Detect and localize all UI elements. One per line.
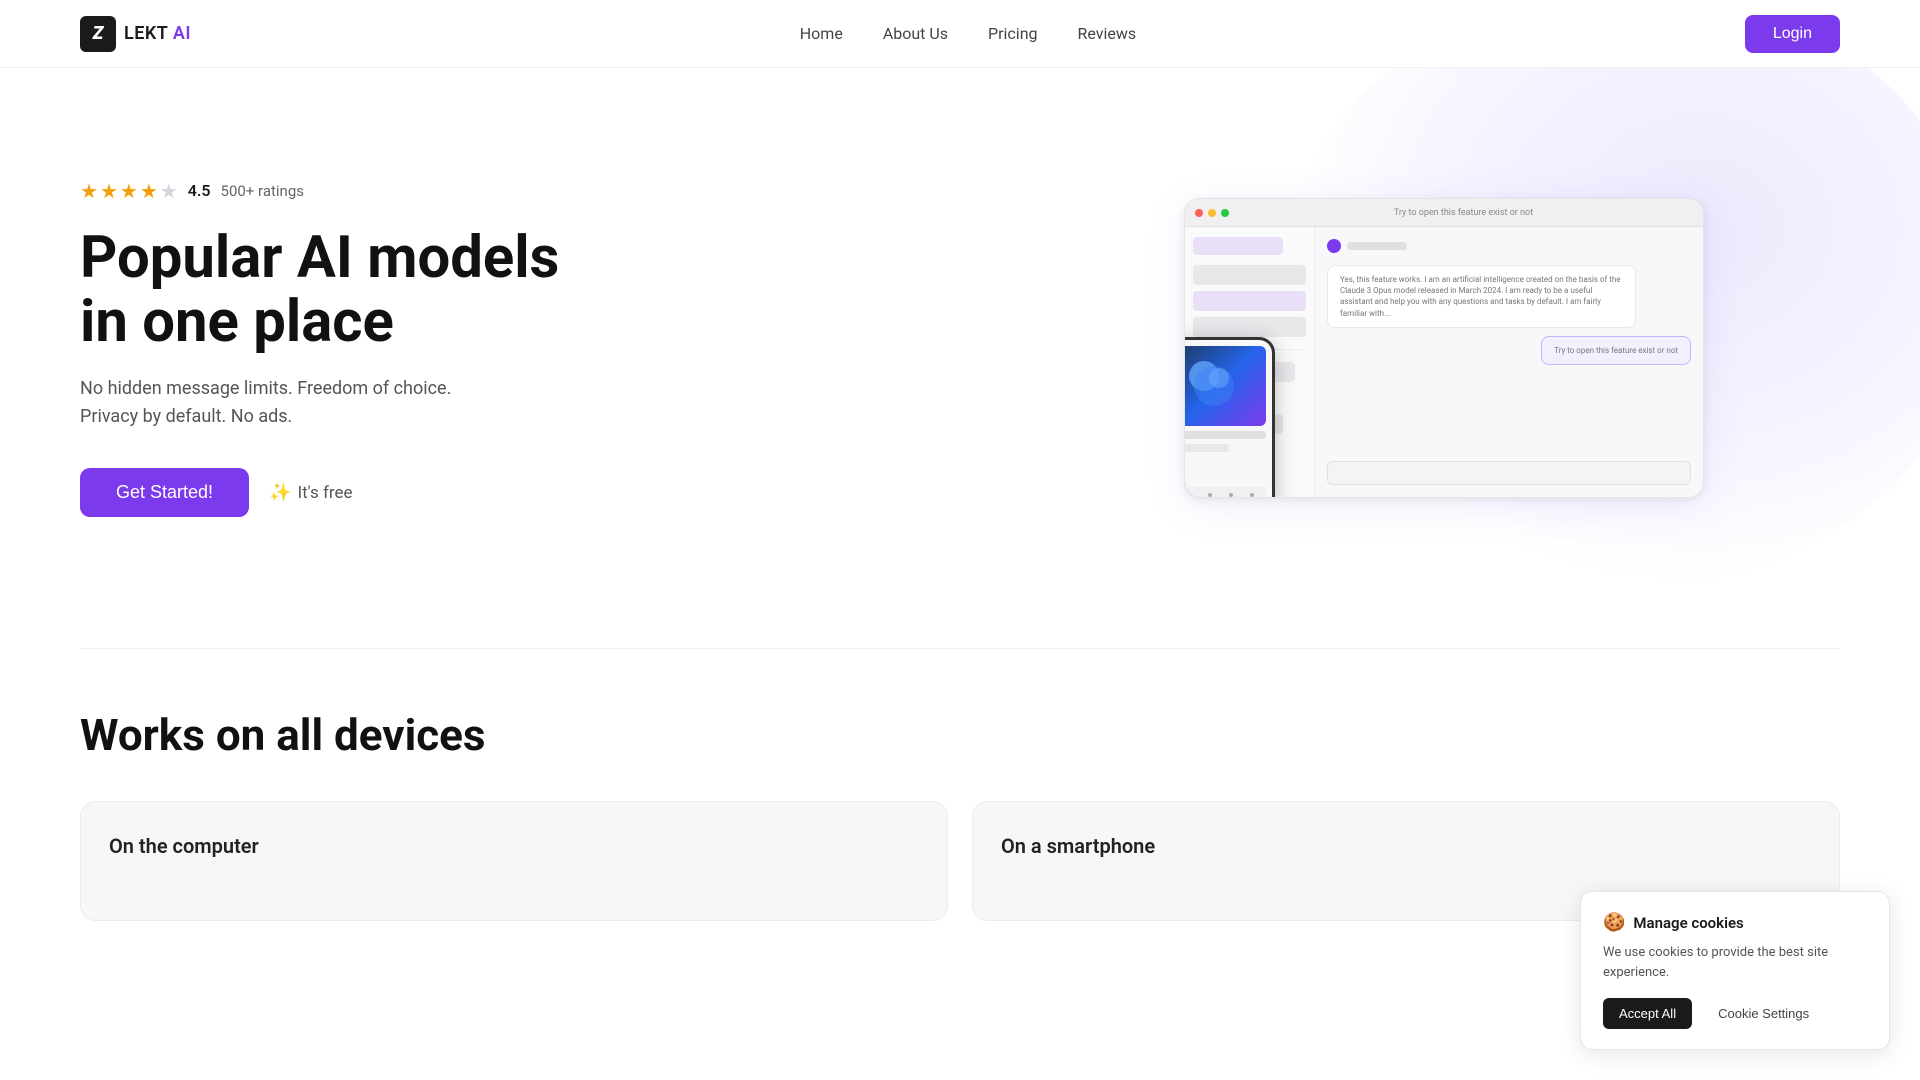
rating-row: ★ ★ ★ ★ ★ 4.5 500+ ratings [80, 179, 1048, 203]
star-5: ★ [160, 179, 178, 203]
devices-cards: On the computer On a smartphone [80, 801, 1840, 921]
logo-text: LEKT AI [124, 23, 191, 44]
phone-nav-3 [1229, 493, 1233, 497]
devices-title: Works on all devices [80, 709, 1840, 761]
its-free-label: ✨ It's free [269, 482, 352, 503]
logo-link[interactable]: Z LEKT AI [80, 16, 191, 52]
rating-count: 500+ ratings [221, 182, 304, 200]
sidebar-item-3 [1193, 317, 1306, 337]
mockup-header-row [1327, 239, 1691, 253]
mockup-input-bar [1327, 461, 1691, 485]
login-button[interactable]: Login [1745, 15, 1840, 53]
phone-nav-4 [1250, 493, 1254, 497]
device-card-computer-title: On the computer [109, 834, 919, 858]
device-card-computer: On the computer [80, 801, 948, 921]
cookie-title: Manage cookies [1633, 914, 1743, 932]
rating-score: 4.5 [188, 181, 211, 200]
star-2: ★ [100, 179, 118, 203]
sidebar-item-1 [1193, 265, 1306, 285]
mockup-ai-icon [1327, 239, 1341, 253]
star-3: ★ [120, 179, 138, 203]
navbar: Z LEKT AI Home About Us Pricing Reviews … [0, 0, 1920, 68]
hero-cta-row: Get Started! ✨ It's free [80, 468, 1048, 517]
mockup-main: Yes, this feature works. I am an artific… [1315, 227, 1703, 497]
mockup-chat-user: Try to open this feature exist or not [1541, 336, 1691, 365]
sidebar-item-2 [1193, 291, 1306, 311]
hero-image: Try to open this feature exist or not [1048, 198, 1840, 498]
accept-all-button[interactable]: Accept All [1603, 998, 1692, 1029]
phone-image [1184, 346, 1266, 426]
star-4: ★ [140, 179, 158, 203]
mockup-topbar: Try to open this feature exist or not [1185, 199, 1703, 227]
traffic-light-red [1195, 209, 1203, 217]
nav-pricing[interactable]: Pricing [988, 24, 1038, 43]
traffic-light-yellow [1208, 209, 1216, 217]
phone-mockup [1184, 337, 1275, 498]
phone-screen [1184, 340, 1272, 498]
mockup-url-bar: Try to open this feature exist or not [1234, 208, 1693, 218]
hero-content: ★ ★ ★ ★ ★ 4.5 500+ ratings Popular AI mo… [80, 179, 1048, 517]
cookie-settings-button[interactable]: Cookie Settings [1702, 998, 1825, 1029]
hero-section: ★ ★ ★ ★ ★ 4.5 500+ ratings Popular AI mo… [0, 68, 1920, 648]
phone-bottom-nav [1184, 487, 1266, 498]
hero-title: Popular AI models in one place [80, 227, 1048, 355]
cookie-header: 🍪 Manage cookies [1603, 912, 1867, 933]
cookie-buttons: Accept All Cookie Settings [1603, 998, 1867, 1029]
bird-shape-1 [1189, 361, 1219, 391]
star-1: ★ [80, 179, 98, 203]
nav-home[interactable]: Home [800, 24, 843, 43]
mockup-logo-row [1193, 237, 1283, 255]
traffic-light-green [1221, 209, 1229, 217]
get-started-button[interactable]: Get Started! [80, 468, 249, 517]
cookie-icon: 🍪 [1603, 912, 1625, 933]
phone-bar-2 [1184, 444, 1229, 452]
hero-subtitle: No hidden message limits. Freedom of cho… [80, 375, 500, 433]
nav-links: Home About Us Pricing Reviews [800, 24, 1136, 43]
cookie-text: We use cookies to provide the best site … [1603, 943, 1867, 982]
device-card-smartphone-title: On a smartphone [1001, 834, 1811, 858]
sparkle-icon: ✨ [269, 482, 291, 503]
logo-icon: Z [80, 16, 116, 52]
bird-shape-2 [1209, 368, 1229, 388]
mockup-model-name [1347, 242, 1407, 250]
star-rating: ★ ★ ★ ★ ★ [80, 179, 178, 203]
mockup-chat-ai: Yes, this feature works. I am an artific… [1327, 265, 1636, 328]
cookie-banner: 🍪 Manage cookies We use cookies to provi… [1580, 891, 1890, 1050]
phone-nav-2 [1208, 493, 1212, 497]
phone-bar-1 [1184, 431, 1266, 439]
nav-reviews[interactable]: Reviews [1078, 24, 1137, 43]
phone-nav-1 [1187, 493, 1191, 497]
nav-about[interactable]: About Us [883, 24, 948, 43]
app-mockup: Try to open this feature exist or not [1184, 198, 1704, 498]
